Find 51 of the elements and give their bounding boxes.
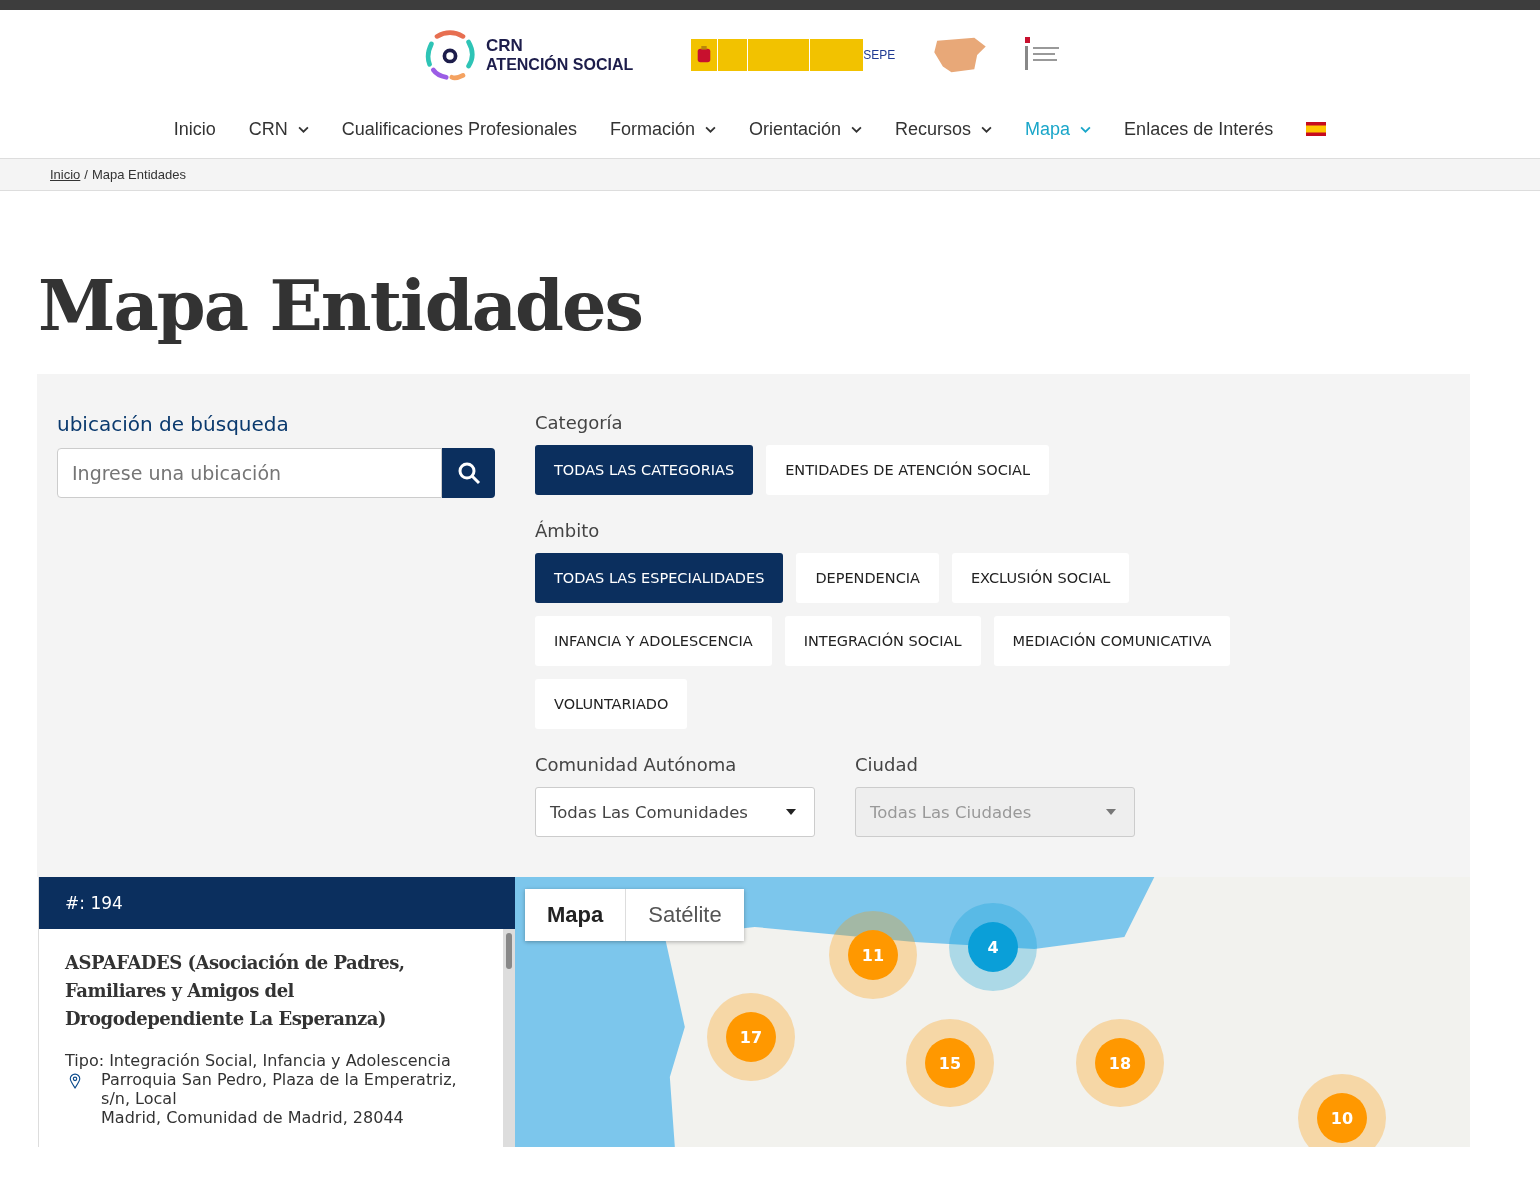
scope-filter-button[interactable]: INFANCIA Y ADOLESCENCIA [535,616,772,666]
nav-link[interactable]: CRN [248,118,309,140]
chevron-down-icon [297,125,309,133]
filter-label: Categoría [535,412,624,433]
search-label: ubicación de búsqueda [57,412,290,436]
chevron-down-icon [705,125,716,133]
nav-link[interactable]: Cualificaciones Profesionales [341,118,577,140]
sepe-logo-text: SEPE [863,48,897,62]
entity-name[interactable]: ASPAFADES (Asociación de Padres, Familiares y Amigos del Drogodependiente La Esperanza) [65,949,477,1033]
scrollbar[interactable] [503,929,515,1147]
map-placeholder[interactable]: Mapa Satélite 11 4 17 15 18 10 [515,877,1470,1147]
caret-icon [1106,809,1116,815]
nav-link[interactable]: Orientación [749,118,863,140]
chevron-down-icon [851,125,863,133]
flag-icon[interactable] [1306,122,1327,136]
nav-link[interactable]: Enlaces de Interés [1124,118,1274,140]
breadcrumb-separator: / [84,167,88,182]
scope-filter-button[interactable]: INTEGRACIÓN SOCIAL [784,616,981,666]
logo-icon [424,29,476,81]
filter-label: Comunidad Autónoma [535,754,738,775]
category-filter-button[interactable]: ENTIDADES DE ATENCIÓN SOCIAL [766,445,1050,495]
scope-filter-button[interactable]: EXCLUSIÓN SOCIAL [951,553,1130,603]
logo-title: CRN [486,36,524,55]
category-filter-button[interactable]: TODAS LAS CATEGORIAS [535,445,754,495]
chevron-down-icon [981,125,993,133]
page-title: Mapa Entidades [37,263,643,349]
location-pin-icon [69,1072,82,1090]
nav-link[interactable]: Formación [609,118,716,140]
entity-type: Tipo: Integración Social, Infancia y Adolescencia [65,1051,452,1070]
nav-link[interactable]: Recursos [895,118,993,140]
entity-city: Madrid, Comunidad de Madrid, 28044 [101,1108,405,1127]
location-search-field[interactable]: Ingrese una ubicación [57,448,442,498]
results-count: #: 194 [39,877,515,929]
scope-filter-button[interactable]: VOLUNTARIADO [535,679,688,729]
chevron-down-icon [1080,125,1092,133]
filter-label: Ámbito [535,520,601,541]
scope-filter-button[interactable]: DEPENDENCIA [796,553,939,603]
filter-label: Ciudad [855,754,919,775]
entity-address: Parroquia San Pedro, Plaza de la Emperatriz, s/n, Local [101,1070,458,1108]
scope-filter-button[interactable]: MEDIACIÓN COMUNICATIVA [993,616,1231,666]
caret-icon [786,809,796,815]
map-type-tab[interactable]: Mapa [525,889,627,941]
breadcrumb-link[interactable]: Inicio [50,167,81,182]
search-icon [456,461,481,485]
scope-filter-button[interactable]: TODAS LAS ESPECIALIDADES [535,553,784,603]
map-type-tab[interactable]: Satélite [626,889,744,941]
breadcrumb-current: Mapa Entidades [92,167,186,182]
logo-subtitle: ATENCIÓN SOCIAL [486,56,634,74]
search-button[interactable] [442,448,495,498]
nav-link[interactable]: Inicio [173,118,216,140]
dropdown[interactable]: Todas Las Comunidades [535,787,815,837]
